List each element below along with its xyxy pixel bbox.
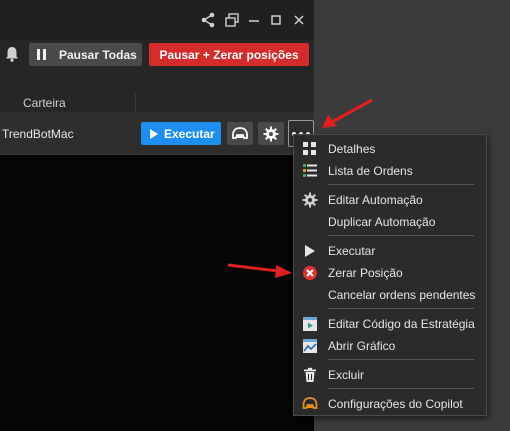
minimize-icon[interactable] <box>245 11 263 29</box>
menu-divider <box>328 235 474 236</box>
menu-item-label: Abrir Gráfico <box>328 339 396 353</box>
share-icon[interactable] <box>199 11 217 29</box>
pause-all-label: Pausar Todas <box>59 47 137 62</box>
menu-item-duplicate-automation[interactable]: Duplicar Automação <box>294 211 486 233</box>
copilot-icon <box>232 126 248 139</box>
menu-item-label: Excluir <box>328 368 365 382</box>
execute-label: Executar <box>164 126 215 141</box>
pause-and-reset-button[interactable]: Pausar + Zerar posições <box>149 43 309 66</box>
portfolio-column-header: Carteira <box>23 96 66 110</box>
code-editor-icon <box>303 317 317 331</box>
red-x-icon <box>303 266 317 280</box>
execute-button[interactable]: Executar <box>141 122 221 145</box>
menu-item-label: Editar Código da Estratégia <box>328 317 475 331</box>
copilot-button[interactable] <box>227 122 253 145</box>
app-window: Pausar Todas Pausar + Zerar posições Car… <box>0 0 314 431</box>
pause-icon <box>29 43 59 66</box>
menu-item-details[interactable]: Detalhes <box>294 138 486 160</box>
settings-button[interactable] <box>258 122 284 145</box>
copilot-icon <box>302 397 318 409</box>
bell-icon[interactable] <box>4 45 20 63</box>
menu-item-label: Detalhes <box>328 142 376 156</box>
menu-divider <box>328 308 474 309</box>
menu-item-cancel-pending-orders[interactable]: Cancelar ordens pendentes <box>294 284 486 306</box>
menu-divider <box>328 388 474 389</box>
column-divider <box>135 93 136 111</box>
menu-item-label: Configurações do Copilot <box>328 397 463 411</box>
order-list-icon <box>303 164 317 177</box>
strategy-name: TrendBotMac <box>2 127 74 141</box>
menu-item-edit-strategy-code[interactable]: Editar Código da Estratégia <box>294 313 486 335</box>
pause-all-button[interactable]: Pausar Todas <box>29 43 142 66</box>
menu-item-copilot-settings[interactable]: Configurações do Copilot <box>294 393 486 415</box>
play-icon <box>305 245 315 257</box>
menu-item-label: Duplicar Automação <box>328 215 436 229</box>
menu-divider <box>328 359 474 360</box>
maximize-icon[interactable] <box>267 11 285 29</box>
menu-item-reset-position[interactable]: Zerar Posição <box>294 262 486 284</box>
menu-item-execute[interactable]: Executar <box>294 240 486 262</box>
pause-reset-label: Pausar + Zerar posições <box>159 47 299 62</box>
menu-item-open-chart[interactable]: Abrir Gráfico <box>294 335 486 357</box>
popout-window-icon[interactable] <box>223 11 241 29</box>
menu-item-label: Editar Automação <box>328 193 423 207</box>
menu-item-order-list[interactable]: Lista de Ordens <box>294 160 486 182</box>
menu-item-delete[interactable]: Excluir <box>294 364 486 386</box>
menu-divider <box>328 184 474 185</box>
gear-icon <box>263 126 279 141</box>
dots-grid-icon <box>303 142 316 155</box>
title-bar <box>0 0 314 40</box>
gear-icon <box>302 192 318 208</box>
menu-item-label: Lista de Ordens <box>328 164 413 178</box>
menu-item-label: Zerar Posição <box>328 266 403 280</box>
menu-item-label: Executar <box>328 244 376 258</box>
annotation-arrow-icon <box>227 263 292 278</box>
menu-item-label: Cancelar ordens pendentes <box>328 288 476 302</box>
column-header-row: Carteira <box>0 70 314 113</box>
annotation-arrow-icon <box>322 98 373 128</box>
play-icon <box>150 128 158 139</box>
close-icon[interactable] <box>290 11 308 29</box>
trash-icon <box>304 367 316 382</box>
chart-icon <box>303 339 317 353</box>
content-area <box>0 155 314 431</box>
menu-item-edit-automation[interactable]: Editar Automação <box>294 189 486 211</box>
context-menu: Detalhes Lista de Ordens Editar Automaçã… <box>293 134 487 416</box>
